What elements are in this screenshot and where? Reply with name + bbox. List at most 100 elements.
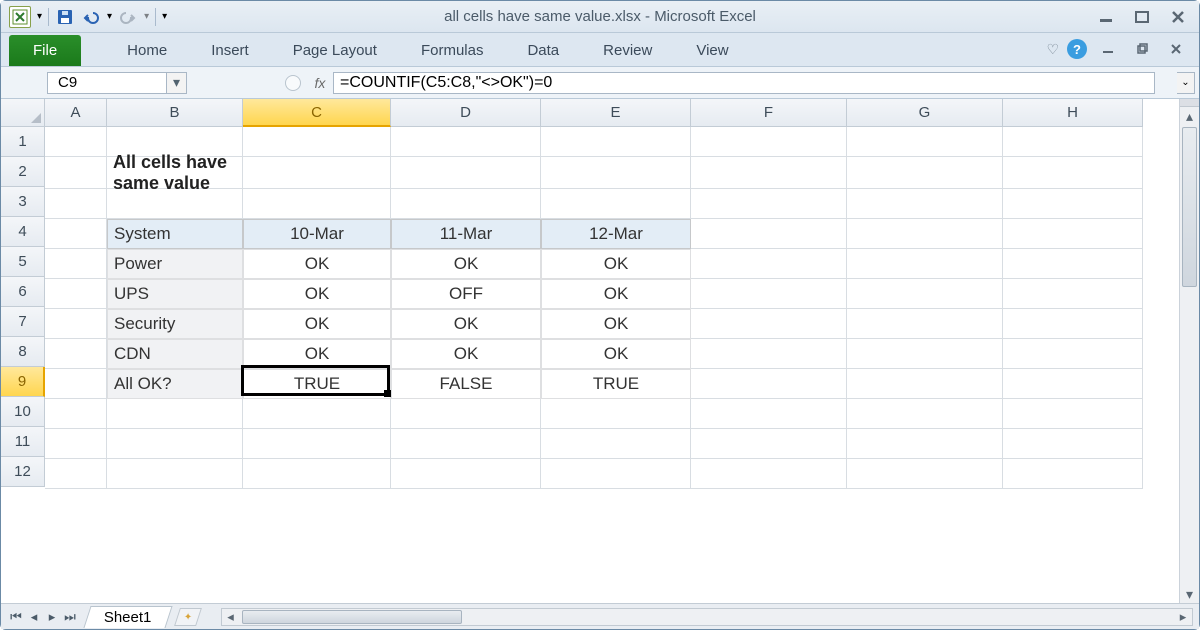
row-header-4[interactable]: 4 [1,217,45,247]
hscroll-thumb[interactable] [242,610,462,624]
row-header-10[interactable]: 10 [1,397,45,427]
cell-F3[interactable] [691,189,847,219]
cell-A1[interactable] [45,127,107,157]
cell-A3[interactable] [45,189,107,219]
cell-B7[interactable]: Security [107,309,243,339]
cell-B10[interactable] [107,399,243,429]
row-header-9[interactable]: 9 [1,367,45,397]
last-sheet-icon[interactable]: ⏭ [61,609,79,625]
row-header-7[interactable]: 7 [1,307,45,337]
cell-G3[interactable] [847,189,1003,219]
redo-dropdown-icon[interactable]: ▾ [144,11,149,22]
cell-E1[interactable] [541,127,691,157]
tab-data[interactable]: Data [505,35,581,66]
cell-G8[interactable] [847,339,1003,369]
qat-customize-icon[interactable]: ▾ [162,11,167,22]
cell-B11[interactable] [107,429,243,459]
sheet-nav[interactable]: ⏮ ◂ ▸ ⏭ [7,609,79,625]
cell-H12[interactable] [1003,459,1143,489]
cell-E7[interactable]: OK [541,309,691,339]
spreadsheet-grid[interactable]: ABCDEFGH 123456789101112 All cells have … [1,99,1199,603]
cell-D3[interactable] [391,189,541,219]
close-button[interactable] [1165,8,1191,26]
cell-B4[interactable]: System [107,219,243,249]
cell-C5[interactable]: OK [243,249,391,279]
cell-E2[interactable] [541,157,691,189]
select-all-corner[interactable] [1,99,45,127]
cell-B9[interactable]: All OK? [107,369,243,399]
sheet-tab[interactable]: Sheet1 [83,606,172,628]
cell-D4[interactable]: 11-Mar [391,219,541,249]
cell-F8[interactable] [691,339,847,369]
cell-B5[interactable]: Power [107,249,243,279]
cell-G9[interactable] [847,369,1003,399]
tab-formulas[interactable]: Formulas [399,35,506,66]
cell-D8[interactable]: OK [391,339,541,369]
workbook-restore-button[interactable] [1129,40,1155,58]
ribbon-min-icon[interactable]: ♡ [1046,41,1059,58]
scroll-thumb[interactable] [1182,127,1197,287]
undo-icon[interactable] [81,7,101,27]
new-sheet-icon[interactable]: ✦ [174,608,202,626]
row-header-12[interactable]: 12 [1,457,45,487]
cell-H11[interactable] [1003,429,1143,459]
cell-H1[interactable] [1003,127,1143,157]
file-tab[interactable]: File [9,35,81,66]
cell-D11[interactable] [391,429,541,459]
column-header-E[interactable]: E [541,99,691,127]
scroll-right-icon[interactable]: ▸ [1174,609,1192,625]
cell-C3[interactable] [243,189,391,219]
cell-G1[interactable] [847,127,1003,157]
cell-D7[interactable]: OK [391,309,541,339]
row-header-8[interactable]: 8 [1,337,45,367]
first-sheet-icon[interactable]: ⏮ [7,609,25,625]
cell-C8[interactable]: OK [243,339,391,369]
cell-H8[interactable] [1003,339,1143,369]
cell-H4[interactable] [1003,219,1143,249]
cell-C7[interactable]: OK [243,309,391,339]
scroll-left-icon[interactable]: ◂ [222,609,240,625]
row-header-11[interactable]: 11 [1,427,45,457]
cell-E12[interactable] [541,459,691,489]
tab-home[interactable]: Home [105,35,189,66]
formula-input[interactable]: =COUNTIF(C5:C8,"<>OK")=0 [333,72,1155,94]
qat-dropdown-icon[interactable]: ▾ [37,11,42,22]
scroll-down-icon[interactable]: ▾ [1180,585,1199,603]
cell-F5[interactable] [691,249,847,279]
cell-F10[interactable] [691,399,847,429]
cell-A8[interactable] [45,339,107,369]
column-header-F[interactable]: F [691,99,847,127]
tab-review[interactable]: Review [581,35,674,66]
cell-G5[interactable] [847,249,1003,279]
column-header-C[interactable]: C [243,99,391,127]
cell-F6[interactable] [691,279,847,309]
prev-sheet-icon[interactable]: ◂ [25,609,43,625]
workbook-close-button[interactable] [1163,40,1189,58]
cell-F7[interactable] [691,309,847,339]
expand-formula-bar-icon[interactable]: ⌄ [1177,72,1195,94]
next-sheet-icon[interactable]: ▸ [43,609,61,625]
cell-E4[interactable]: 12-Mar [541,219,691,249]
cell-F2[interactable] [691,157,847,189]
redo-icon[interactable] [118,7,138,27]
help-icon[interactable]: ? [1067,39,1087,59]
cell-C11[interactable] [243,429,391,459]
vertical-scrollbar[interactable]: ▴ ▾ [1179,99,1199,603]
tab-view[interactable]: View [674,35,750,66]
cell-B12[interactable] [107,459,243,489]
cell-D1[interactable] [391,127,541,157]
cell-H10[interactable] [1003,399,1143,429]
row-header-3[interactable]: 3 [1,187,45,217]
cell-B2[interactable]: All cells have same value [107,157,243,189]
cell-A12[interactable] [45,459,107,489]
cell-D5[interactable]: OK [391,249,541,279]
save-icon[interactable] [55,7,75,27]
cell-B3[interactable] [107,189,243,219]
cell-F9[interactable] [691,369,847,399]
row-header-2[interactable]: 2 [1,157,45,187]
minimize-button[interactable] [1093,8,1119,26]
horizontal-scrollbar[interactable]: ◂ ▸ [221,608,1193,626]
column-header-D[interactable]: D [391,99,541,127]
cell-B6[interactable]: UPS [107,279,243,309]
cell-A5[interactable] [45,249,107,279]
